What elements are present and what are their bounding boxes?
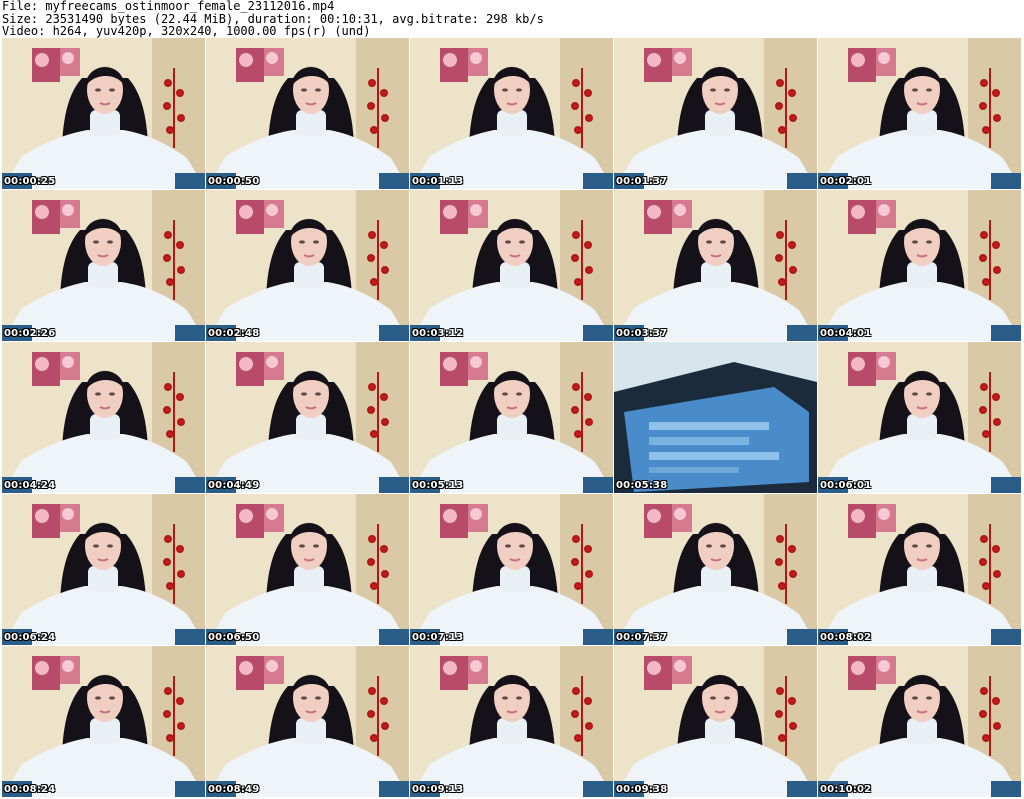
thumbnail-timestamp: 00:05:38 xyxy=(616,480,668,491)
thumbnail-timestamp: 00:01:13 xyxy=(412,176,464,187)
thumbnail-timestamp: 00:05:13 xyxy=(412,480,464,491)
thumbnail-person-image xyxy=(818,494,1021,645)
thumbnail-person-image xyxy=(206,38,409,189)
thumbnail-timestamp: 00:04:49 xyxy=(208,480,260,491)
thumbnail-timestamp: 00:09:13 xyxy=(412,784,464,795)
thumbnail-screen-image xyxy=(614,342,817,493)
video-thumbnail: 00:01:13 xyxy=(410,38,613,189)
thumbnail-timestamp: 00:08:49 xyxy=(208,784,260,795)
thumbnail-person-image xyxy=(410,646,613,797)
file-name-line: File: myfreecams_ostinmoor_female_231120… xyxy=(2,0,335,13)
video-thumbnail: 00:06:24 xyxy=(2,494,205,645)
thumbnail-person-image xyxy=(2,494,205,645)
thumbnail-person-image xyxy=(206,342,409,493)
thumbnail-timestamp: 00:04:24 xyxy=(4,480,56,491)
thumbnail-timestamp: 00:02:48 xyxy=(208,328,260,339)
video-thumbnail: 00:08:02 xyxy=(818,494,1021,645)
video-thumbnail: 00:06:01 xyxy=(818,342,1021,493)
thumbnail-person-image xyxy=(2,646,205,797)
video-info-line: Video: h264, yuv420p, 320x240, 1000.00 f… xyxy=(2,24,371,38)
video-thumbnail: 00:05:38 xyxy=(614,342,817,493)
thumbnail-person-image xyxy=(818,190,1021,341)
thumbnail-person-image xyxy=(818,38,1021,189)
thumbnail-timestamp: 00:02:26 xyxy=(4,328,56,339)
video-thumbnail: 00:01:37 xyxy=(614,38,817,189)
video-thumbnail: 00:02:01 xyxy=(818,38,1021,189)
thumbnail-person-image xyxy=(2,190,205,341)
video-thumbnail: 00:03:37 xyxy=(614,190,817,341)
thumbnail-timestamp: 00:10:02 xyxy=(820,784,872,795)
thumbnail-person-image xyxy=(410,494,613,645)
thumbnail-timestamp: 00:07:37 xyxy=(616,632,668,643)
thumbnail-timestamp: 00:00:50 xyxy=(208,176,260,187)
thumbnail-timestamp: 00:00:25 xyxy=(4,176,56,187)
video-thumbnail: 00:00:50 xyxy=(206,38,409,189)
video-thumbnail: 00:08:49 xyxy=(206,646,409,797)
thumbnail-person-image xyxy=(2,342,205,493)
thumbnail-timestamp: 00:06:24 xyxy=(4,632,56,643)
thumbnail-timestamp: 00:06:01 xyxy=(820,480,872,491)
thumbnail-person-image xyxy=(614,38,817,189)
thumbnail-timestamp: 00:04:01 xyxy=(820,328,872,339)
thumbnail-timestamp: 00:06:50 xyxy=(208,632,260,643)
thumbnail-person-image xyxy=(206,646,409,797)
thumbnail-grid: 00:00:25 00:00:50 00:01:13 00:01:37 00:0… xyxy=(2,38,1022,799)
thumbnail-person-image xyxy=(614,190,817,341)
thumbnail-timestamp: 00:01:37 xyxy=(616,176,668,187)
thumbnail-person-image xyxy=(2,38,205,189)
video-thumbnail: 00:09:13 xyxy=(410,646,613,797)
thumbnail-person-image xyxy=(410,190,613,341)
file-info-header: File: myfreecams_ostinmoor_female_231120… xyxy=(2,0,1022,38)
thumbnail-timestamp: 00:07:13 xyxy=(412,632,464,643)
video-thumbnail: 00:05:13 xyxy=(410,342,613,493)
thumbnail-timestamp: 00:03:37 xyxy=(616,328,668,339)
thumbnail-person-image xyxy=(614,646,817,797)
video-thumbnail: 00:03:12 xyxy=(410,190,613,341)
thumbnail-timestamp: 00:03:12 xyxy=(412,328,464,339)
video-thumbnail: 00:07:37 xyxy=(614,494,817,645)
thumbnail-person-image xyxy=(818,342,1021,493)
thumbnail-person-image xyxy=(614,494,817,645)
thumbnail-person-image xyxy=(206,494,409,645)
video-thumbnail: 00:10:02 xyxy=(818,646,1021,797)
thumbnail-person-image xyxy=(818,646,1021,797)
thumbnail-timestamp: 00:08:02 xyxy=(820,632,872,643)
video-thumbnail: 00:09:38 xyxy=(614,646,817,797)
thumbnail-person-image xyxy=(410,342,613,493)
thumbnail-timestamp: 00:09:38 xyxy=(616,784,668,795)
thumbnail-timestamp: 00:02:01 xyxy=(820,176,872,187)
video-thumbnail: 00:00:25 xyxy=(2,38,205,189)
thumbnail-person-image xyxy=(410,38,613,189)
video-thumbnail: 00:07:13 xyxy=(410,494,613,645)
video-thumbnail: 00:02:48 xyxy=(206,190,409,341)
thumbnail-timestamp: 00:08:24 xyxy=(4,784,56,795)
video-thumbnail: 00:04:24 xyxy=(2,342,205,493)
video-thumbnail: 00:06:50 xyxy=(206,494,409,645)
video-thumbnail: 00:04:01 xyxy=(818,190,1021,341)
video-thumbnail: 00:02:26 xyxy=(2,190,205,341)
thumbnail-person-image xyxy=(206,190,409,341)
video-thumbnail: 00:08:24 xyxy=(2,646,205,797)
video-thumbnail: 00:04:49 xyxy=(206,342,409,493)
